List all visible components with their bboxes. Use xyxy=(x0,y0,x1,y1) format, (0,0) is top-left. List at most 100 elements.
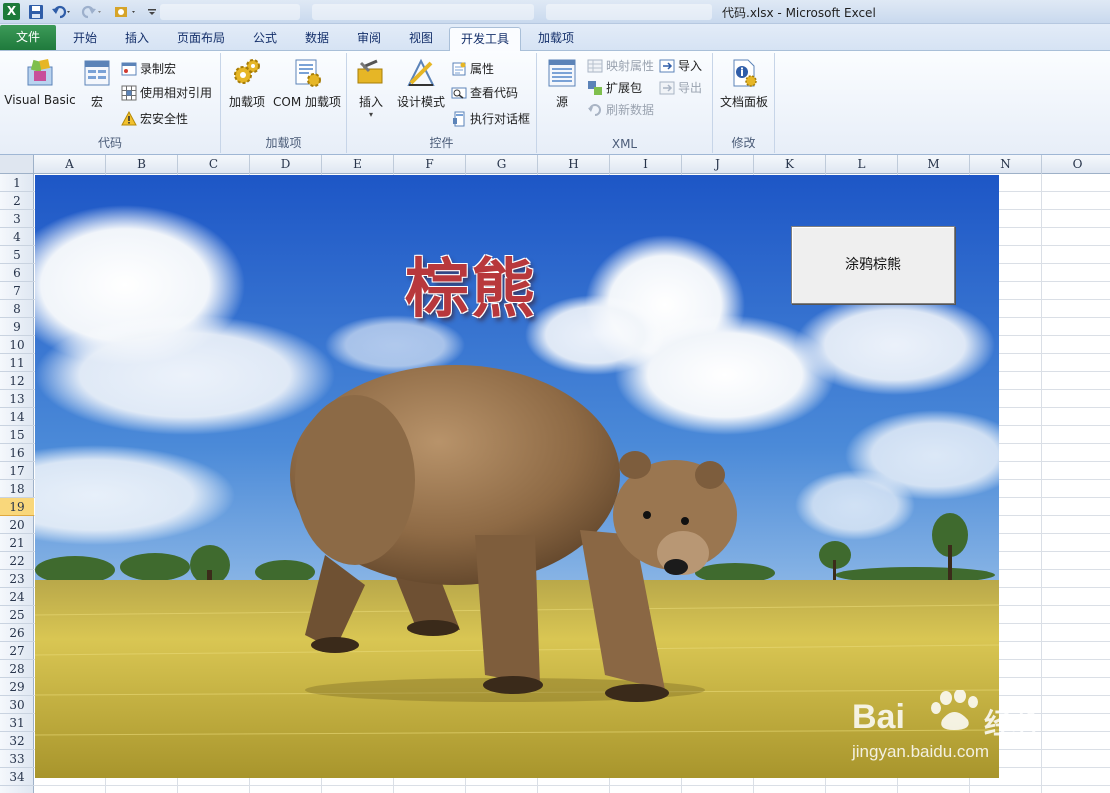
customize-tool-icon[interactable] xyxy=(112,3,140,21)
tab-home[interactable]: 开始 xyxy=(62,27,108,51)
row-header-29[interactable]: 29 xyxy=(0,678,34,696)
row-header-11[interactable]: 11 xyxy=(0,354,34,372)
addins-button[interactable]: 加载项 xyxy=(226,57,268,110)
row-header-33[interactable]: 33 xyxy=(0,750,34,768)
column-header-g[interactable]: G xyxy=(466,155,538,174)
import-button[interactable]: 导入 xyxy=(659,56,702,76)
row-header-34[interactable]: 34 xyxy=(0,768,34,786)
row-header-5[interactable]: 5 xyxy=(0,246,34,264)
row-header-13[interactable]: 13 xyxy=(0,390,34,408)
tab-insert[interactable]: 插入 xyxy=(114,27,160,51)
document-panel-label: 文档面板 xyxy=(719,95,768,109)
tab-review[interactable]: 审阅 xyxy=(346,27,392,51)
draw-bear-macro-button[interactable]: 涂鸦棕熊 xyxy=(791,226,955,304)
window-title: 代码.xlsx - Microsoft Excel xyxy=(722,6,876,20)
row-header-25[interactable]: 25 xyxy=(0,606,34,624)
row-header-7[interactable]: 7 xyxy=(0,282,34,300)
row-header-27[interactable]: 27 xyxy=(0,642,34,660)
row-header-26[interactable]: 26 xyxy=(0,624,34,642)
row-header-17[interactable]: 17 xyxy=(0,462,34,480)
column-header-d[interactable]: D xyxy=(250,155,322,174)
tab-addins[interactable]: 加载项 xyxy=(528,27,584,51)
row-header-24[interactable]: 24 xyxy=(0,588,34,606)
properties-button[interactable]: 属性 xyxy=(451,59,494,79)
expansion-packs-label: 扩展包 xyxy=(606,81,643,95)
tab-data[interactable]: 数据 xyxy=(294,27,340,51)
record-macro-label: 录制宏 xyxy=(140,62,177,76)
column-header-m[interactable]: M xyxy=(898,155,970,174)
xml-source-button[interactable]: 源 xyxy=(545,57,579,110)
row-header-10[interactable]: 10 xyxy=(0,336,34,354)
tab-view[interactable]: 视图 xyxy=(398,27,444,51)
visual-basic-button[interactable]: Visual Basic xyxy=(4,57,76,107)
com-addins-button[interactable]: COM 加载项 xyxy=(271,57,343,110)
view-code-button[interactable]: 查看代码 xyxy=(451,83,518,103)
row-header-16[interactable]: 16 xyxy=(0,444,34,462)
excel-logo-icon[interactable]: X xyxy=(3,3,20,20)
group-label-controls: 控件 xyxy=(429,136,454,150)
refresh-data-button[interactable]: 刷新数据 xyxy=(587,100,654,120)
column-header-f[interactable]: F xyxy=(394,155,466,174)
macro-security-button[interactable]: 宏安全性 xyxy=(121,109,188,129)
record-macro-button[interactable]: 录制宏 xyxy=(121,59,176,79)
visual-basic-icon xyxy=(27,59,53,86)
column-header-l[interactable]: L xyxy=(826,155,898,174)
row-header-12[interactable]: 12 xyxy=(0,372,34,390)
design-mode-button[interactable]: 设计模式 xyxy=(395,57,447,110)
row-header-23[interactable]: 23 xyxy=(0,570,34,588)
undo-icon[interactable] xyxy=(50,3,74,21)
run-dialog-button[interactable]: 执行对话框 xyxy=(451,109,530,129)
row-header-28[interactable]: 28 xyxy=(0,660,34,678)
row-header-15[interactable]: 15 xyxy=(0,426,34,444)
select-all-corner[interactable] xyxy=(0,155,34,174)
background-tab[interactable] xyxy=(546,4,712,20)
column-header-n[interactable]: N xyxy=(970,155,1042,174)
redo-icon[interactable] xyxy=(80,3,104,21)
row-header-9[interactable]: 9 xyxy=(0,318,34,336)
row-header-30[interactable]: 30 xyxy=(0,696,34,714)
row-header-1[interactable]: 1 xyxy=(0,174,34,192)
row-header-14[interactable]: 14 xyxy=(0,408,34,426)
row-header-2[interactable]: 2 xyxy=(0,192,34,210)
map-properties-button[interactable]: 映射属性 xyxy=(587,56,654,76)
save-icon[interactable] xyxy=(27,3,45,21)
column-header-h[interactable]: H xyxy=(538,155,610,174)
column-header-i[interactable]: I xyxy=(610,155,682,174)
use-relative-references-button[interactable]: 使用相对引用 xyxy=(121,83,212,103)
row-header-8[interactable]: 8 xyxy=(0,300,34,318)
insert-control-button[interactable]: 插入 ▾ xyxy=(353,57,389,120)
tab-file[interactable]: 文件 xyxy=(0,25,56,50)
background-tab[interactable] xyxy=(160,4,300,20)
column-header-b[interactable]: B xyxy=(106,155,178,174)
document-panel-button[interactable]: 文档面板 xyxy=(717,57,771,110)
tab-page-layout[interactable]: 页面布局 xyxy=(168,27,234,51)
column-header-o[interactable]: O xyxy=(1042,155,1110,174)
row-header-3[interactable]: 3 xyxy=(0,210,34,228)
row-header-18[interactable]: 18 xyxy=(0,480,34,498)
row-header-21[interactable]: 21 xyxy=(0,534,34,552)
properties-label: 属性 xyxy=(470,62,495,76)
tab-developer[interactable]: 开发工具 xyxy=(449,27,521,52)
column-header-j[interactable]: J xyxy=(682,155,754,174)
row-header-22[interactable]: 22 xyxy=(0,552,34,570)
row-headers: 1 2 3 4 5 6 7 8 9 10 11 12 13 14 15 16 17 18 19 20 21 22 23 24 2… xyxy=(0,174,34,793)
column-header-c[interactable]: C xyxy=(178,155,250,174)
view-code-icon xyxy=(451,87,467,99)
row-header-19[interactable]: 19 xyxy=(0,498,34,516)
row-header-20[interactable]: 20 xyxy=(0,516,34,534)
column-header-e[interactable]: E xyxy=(322,155,394,174)
column-header-k[interactable]: K xyxy=(754,155,826,174)
title-bar: X 代码.xlsx - Microsoft Excel xyxy=(0,0,1110,24)
macros-button[interactable]: 宏 xyxy=(80,57,114,110)
refresh-data-label: 刷新数据 xyxy=(606,103,655,117)
export-button[interactable]: 导出 xyxy=(659,78,702,98)
row-header-6[interactable]: 6 xyxy=(0,264,34,282)
row-header-4[interactable]: 4 xyxy=(0,228,34,246)
qat-dropdown-icon[interactable] xyxy=(145,3,159,21)
column-header-a[interactable]: A xyxy=(34,155,106,174)
background-tab[interactable] xyxy=(312,4,534,20)
row-header-32[interactable]: 32 xyxy=(0,732,34,750)
row-header-31[interactable]: 31 xyxy=(0,714,34,732)
expansion-packs-button[interactable]: 扩展包 xyxy=(587,78,642,98)
tab-formulas[interactable]: 公式 xyxy=(242,27,288,51)
